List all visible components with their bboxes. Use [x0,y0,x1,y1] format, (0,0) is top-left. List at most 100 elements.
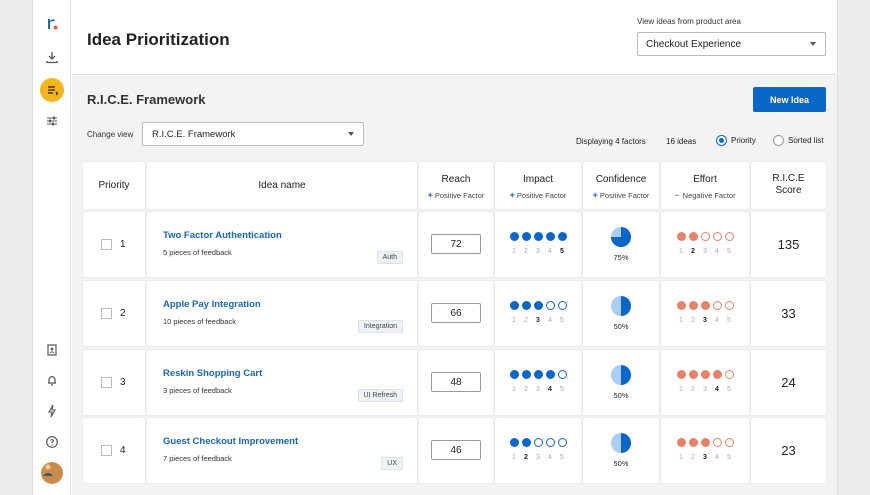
rating-dot-filled[interactable] [700,438,710,447]
rating-dots[interactable] [661,370,749,379]
table-cell-effort[interactable]: 1 2 3 4 5 [661,281,749,346]
idea-name-link[interactable]: Guest Checkout Improvement [163,436,298,447]
download-icon[interactable] [40,45,64,69]
rating-dot-empty[interactable] [712,438,722,447]
rating-dot-filled[interactable] [557,232,567,241]
rating-dot-filled[interactable] [688,232,698,241]
idea-tag[interactable]: UI Refresh [357,389,403,402]
contacts-icon[interactable] [40,338,64,362]
rating-dot-empty[interactable] [700,232,710,241]
bolt-icon[interactable] [40,399,64,423]
reach-input[interactable]: 66 [431,303,481,323]
rating-dot-empty[interactable] [724,438,734,447]
confidence-pie[interactable] [610,432,632,454]
rating-dot-filled[interactable] [688,438,698,447]
rating-dots[interactable] [495,370,581,379]
idea-name-link[interactable]: Reskin Shopping Cart [163,368,262,379]
product-area-select[interactable]: Checkout Experience [637,32,826,56]
rating-dot-empty[interactable] [557,301,567,310]
rating-dot-empty[interactable] [557,438,567,447]
rating-dot-filled[interactable] [712,370,722,379]
rating-dot-filled[interactable] [521,370,531,379]
row-checkbox[interactable] [101,308,112,319]
table-cell-idea[interactable]: Guest Checkout Improvement 7 pieces of fe… [147,418,417,483]
idea-name-link[interactable]: Apple Pay Integration [163,299,261,310]
reach-input[interactable]: 72 [431,234,481,254]
table-cell-reach[interactable]: 66 [419,281,493,346]
rating-dot-empty[interactable] [724,370,734,379]
table-cell-effort[interactable]: 1 2 3 4 5 [661,350,749,415]
rating-dot-filled[interactable] [533,370,543,379]
rating-dot-filled[interactable] [509,370,519,379]
table-cell-idea[interactable]: Reskin Shopping Cart 3 pieces of feedback… [147,350,417,415]
rating-dot-filled[interactable] [676,438,686,447]
rating-dots[interactable] [495,438,581,447]
table-cell-idea[interactable]: Apple Pay Integration 10 pieces of feedba… [147,281,417,346]
table-cell-reach[interactable]: 46 [419,418,493,483]
rating-dot-filled[interactable] [545,232,555,241]
table-cell-effort[interactable]: 1 2 3 4 5 [661,212,749,277]
ideas-icon[interactable] [40,78,64,102]
confidence-pie[interactable] [610,295,632,317]
rating-dot-empty[interactable] [724,301,734,310]
rating-dot-filled[interactable] [700,301,710,310]
rating-dot-filled[interactable] [533,232,543,241]
rating-dot-filled[interactable] [509,232,519,241]
row-checkbox[interactable] [101,239,112,250]
confidence-pie[interactable] [610,364,632,386]
column-header-priority[interactable]: Priority [83,162,145,209]
radio-sorted-list[interactable]: Sorted list [773,135,824,146]
table-cell-effort[interactable]: 1 2 3 4 5 [661,418,749,483]
rating-dots[interactable] [661,232,749,241]
rating-dots[interactable] [661,301,749,310]
table-cell-reach[interactable]: 48 [419,350,493,415]
column-header-idea-name[interactable]: Idea name [147,162,417,209]
bell-icon[interactable] [40,368,64,392]
rating-dot-empty[interactable] [724,232,734,241]
rating-dot-empty[interactable] [533,438,543,447]
help-icon[interactable] [40,430,64,454]
rating-dot-filled[interactable] [676,232,686,241]
rating-dot-filled[interactable] [521,301,531,310]
rating-dot-filled[interactable] [509,438,519,447]
idea-tag[interactable]: Auth [376,251,403,264]
radio-priority-dot[interactable] [716,135,727,146]
rating-dot-filled[interactable] [700,370,710,379]
column-header-effort[interactable]: Effort − Negative Factor [661,162,749,209]
table-cell-reach[interactable]: 72 [419,212,493,277]
table-cell-impact[interactable]: 1 2 3 4 5 [495,350,581,415]
table-cell-impact[interactable]: 1 2 3 4 5 [495,281,581,346]
idea-tag[interactable]: UX [381,457,403,470]
rating-dot-filled[interactable] [509,301,519,310]
rating-dots[interactable] [495,232,581,241]
reach-input[interactable]: 46 [431,440,481,460]
avatar[interactable] [41,462,63,484]
confidence-pie[interactable] [610,226,632,248]
table-cell-impact[interactable]: 1 2 3 4 5 [495,212,581,277]
rating-dot-filled[interactable] [521,232,531,241]
idea-tag[interactable]: Integration [357,320,403,333]
table-cell-confidence[interactable]: 50% [583,350,659,415]
rating-dot-empty[interactable] [712,301,722,310]
rating-dot-filled[interactable] [688,301,698,310]
idea-name-link[interactable]: Two Factor Authentication [163,230,282,241]
rating-dot-filled[interactable] [688,370,698,379]
rating-dot-empty[interactable] [557,370,567,379]
new-idea-button[interactable]: New Idea [753,87,826,112]
rating-dot-filled[interactable] [676,370,686,379]
rating-dot-empty[interactable] [712,232,722,241]
table-cell-confidence[interactable]: 75% [583,212,659,277]
table-cell-confidence[interactable]: 50% [583,418,659,483]
column-header-confidence[interactable]: Confidence + Positive Factor [583,162,659,209]
rating-dots[interactable] [661,438,749,447]
column-header-rice-score[interactable]: R.I.C.E Score [751,162,826,209]
logo-icon[interactable] [40,12,64,36]
table-cell-confidence[interactable]: 50% [583,281,659,346]
table-cell-impact[interactable]: 1 2 3 4 5 [495,418,581,483]
radio-sorted-dot[interactable] [773,135,784,146]
radio-priority[interactable]: Priority [716,135,756,146]
column-header-impact[interactable]: Impact + Positive Factor [495,162,581,209]
rating-dot-empty[interactable] [545,438,555,447]
reach-input[interactable]: 48 [431,372,481,392]
rating-dot-filled[interactable] [533,301,543,310]
